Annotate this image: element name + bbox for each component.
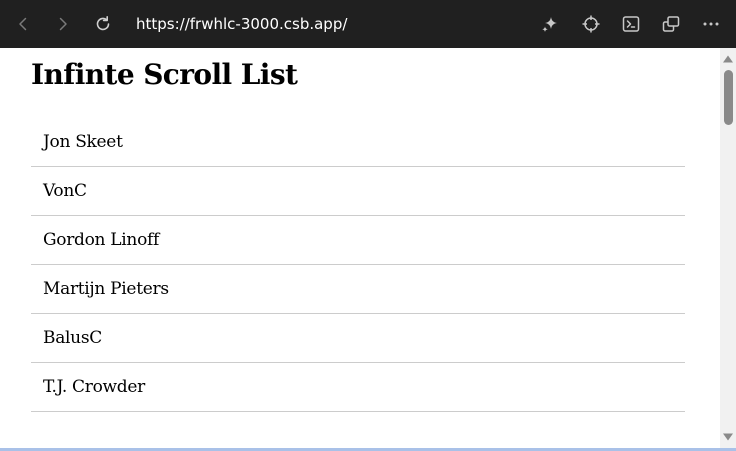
refresh-icon — [96, 16, 110, 31]
list-item: VonC — [31, 167, 685, 216]
copilot-button[interactable] — [536, 10, 564, 38]
arrow-right-icon — [59, 17, 67, 31]
inspect-button[interactable] — [577, 10, 605, 38]
triangle-up-icon — [723, 55, 733, 63]
vertical-scrollbar[interactable] — [720, 48, 736, 448]
address-bar[interactable]: https://frwhlc-3000.csb.app/ — [136, 13, 347, 35]
open-in-new-window-icon — [662, 16, 680, 32]
scroll-up-button[interactable] — [720, 52, 736, 66]
arrow-left-icon — [19, 17, 27, 31]
triangle-down-icon — [723, 433, 733, 441]
terminal-icon — [622, 16, 640, 32]
sparkle-icon — [542, 17, 557, 32]
scroll-down-button[interactable] — [720, 430, 736, 444]
crosshair-icon — [582, 15, 600, 33]
list-item: Martijn Pieters — [31, 265, 685, 314]
more-horizontal-icon — [703, 22, 719, 26]
list-item: Jon Skeet — [31, 118, 685, 167]
more-button[interactable] — [697, 10, 725, 38]
open-in-new-window-button[interactable] — [657, 10, 685, 38]
page-title: Infinte Scroll List — [31, 58, 298, 91]
user-list: Jon Skeet VonC Gordon Linoff Martijn Pie… — [31, 118, 685, 412]
list-item: BalusC — [31, 314, 685, 363]
terminal-button[interactable] — [617, 10, 645, 38]
list-item: Gordon Linoff — [31, 216, 685, 265]
browser-toolbar: https://frwhlc-3000.csb.app/ — [0, 0, 736, 48]
back-button[interactable] — [9, 10, 37, 38]
scroll-thumb[interactable] — [724, 70, 733, 125]
refresh-button[interactable] — [89, 10, 117, 38]
forward-button[interactable] — [49, 10, 77, 38]
list-item: T.J. Crowder — [31, 363, 685, 412]
